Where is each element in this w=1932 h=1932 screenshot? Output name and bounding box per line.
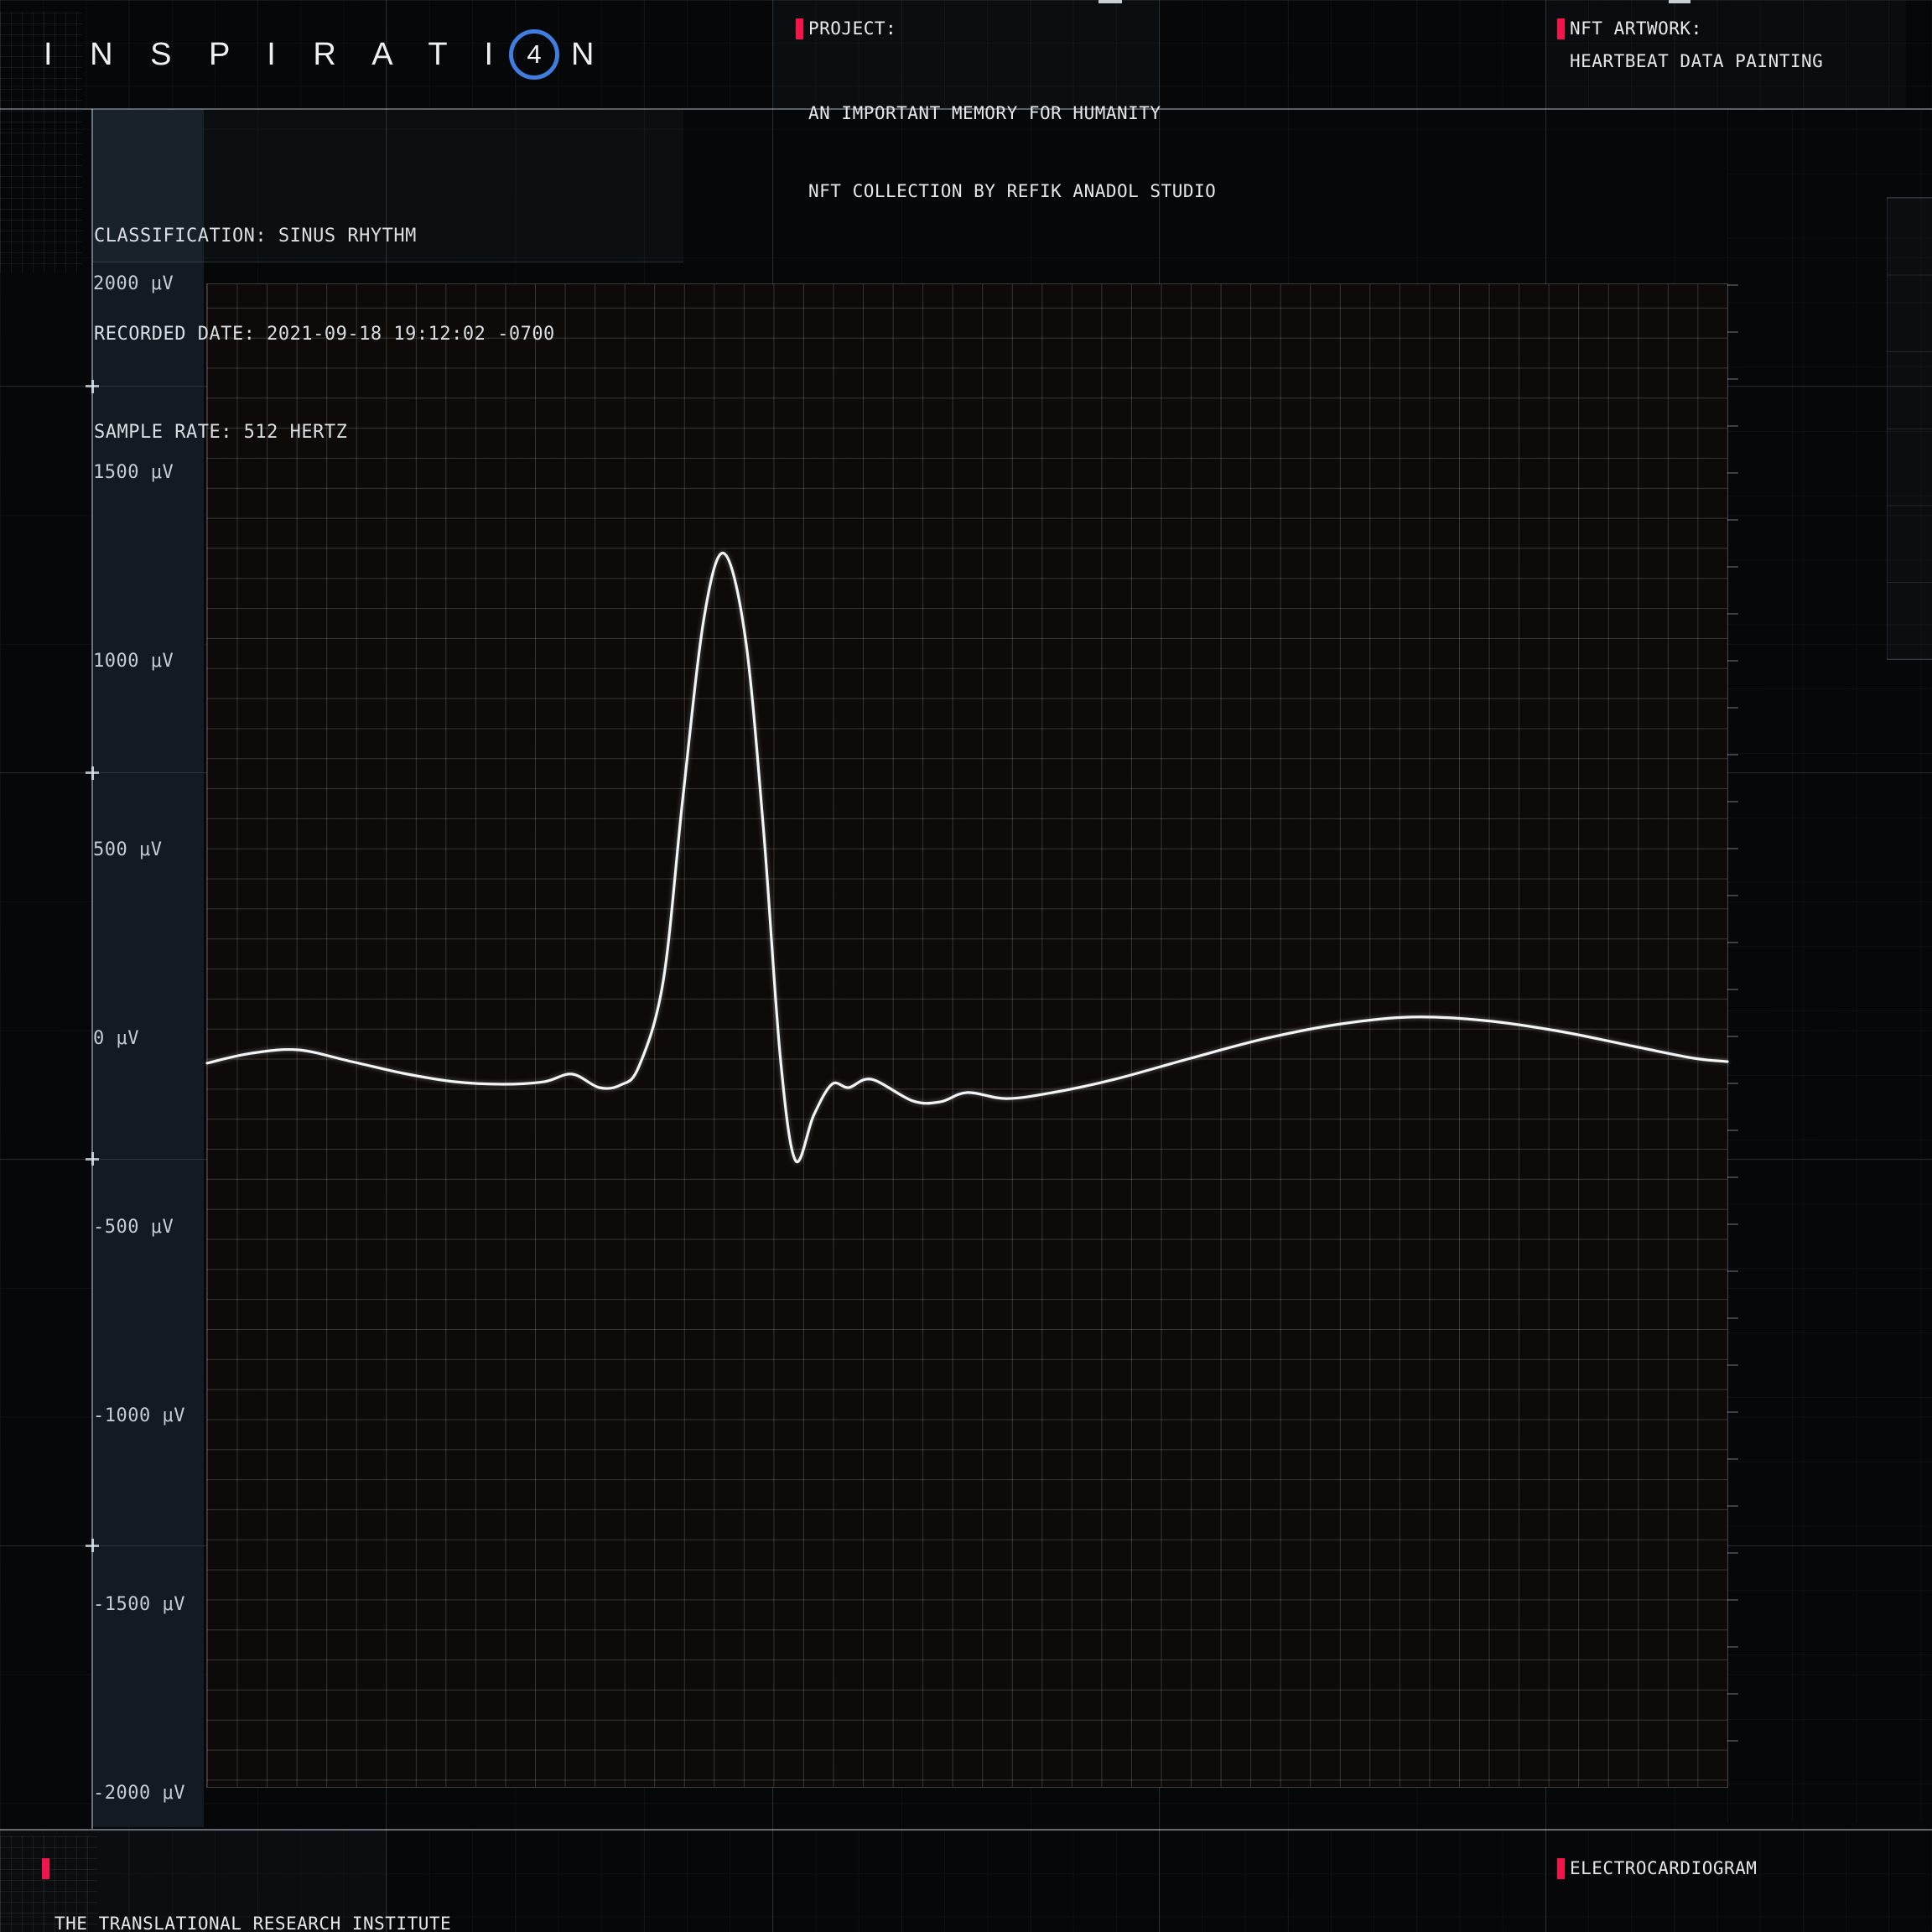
- inspiration4-logo: I N S P I R A T I 4 N: [44, 0, 595, 109]
- institute-credit: THE TRANSLATIONAL RESEARCH INSTITUTE FOR…: [55, 1855, 451, 1932]
- ecg-artwork-screen: 2000 μV1500 μV1000 μV500 μV0 μV-500 μV-1…: [0, 0, 1932, 1932]
- y-axis-label: -500 μV: [93, 1216, 174, 1239]
- y-axis-label: 500 μV: [93, 839, 162, 861]
- logo-text-right: N: [571, 37, 595, 73]
- sample-rate-text: SAMPLE RATE: 512 HERTZ: [94, 416, 555, 449]
- project-description: AN IMPORTANT MEMORY FOR HUMANITY NFT COL…: [808, 49, 1216, 257]
- top-edge-tick: [1669, 0, 1690, 3]
- right-edge-blocks: [1887, 197, 1932, 660]
- recording-metadata: CLASSIFICATION: SINUS RHYTHM RECORDED DA…: [94, 154, 555, 514]
- y-axis-label: -1500 μV: [93, 1593, 185, 1616]
- y-axis-label: 1000 μV: [93, 650, 174, 673]
- logo-text-left: I N S P I R A T I: [44, 37, 507, 73]
- recorded-date-text: RECORDED DATE: 2021-09-18 19:12:02 -0700: [94, 318, 555, 351]
- y-axis-line: [91, 109, 93, 1829]
- footer-left-red-marker-icon: [42, 1858, 49, 1879]
- top-edge-tick: [1098, 0, 1122, 3]
- artwork-label: NFT ARTWORK:: [1570, 18, 1702, 39]
- plot-right-ruler-ticks: [1727, 284, 1738, 1787]
- project-line2: NFT COLLECTION BY REFIK ANADOL STUDIO: [808, 179, 1216, 205]
- project-label: PROJECT:: [808, 18, 896, 39]
- institute-line1: THE TRANSLATIONAL RESEARCH INSTITUTE: [55, 1910, 451, 1932]
- project-line1: AN IMPORTANT MEMORY FOR HUMANITY: [808, 101, 1216, 127]
- y-axis-label: 0 μV: [93, 1027, 139, 1050]
- project-red-marker-icon: [796, 18, 803, 39]
- y-axis-label: -2000 μV: [93, 1782, 185, 1805]
- footer-right-red-marker-icon: [1557, 1858, 1565, 1879]
- ecg-waveform-path: [207, 553, 1727, 1162]
- y-axis-label: -1000 μV: [93, 1405, 185, 1427]
- classification-text: CLASSIFICATION: SINUS RHYTHM: [94, 220, 555, 252]
- electrocardiogram-caption: ELECTROCARDIOGRAM: [1570, 1855, 1757, 1883]
- artwork-red-marker-icon: [1557, 18, 1565, 39]
- artwork-title: HEARTBEAT DATA PAINTING: [1570, 49, 1823, 75]
- footer-divider: [0, 1829, 1932, 1831]
- logo-circled-digit: 4: [527, 39, 541, 70]
- logo-circle-4-icon: 4: [509, 29, 559, 80]
